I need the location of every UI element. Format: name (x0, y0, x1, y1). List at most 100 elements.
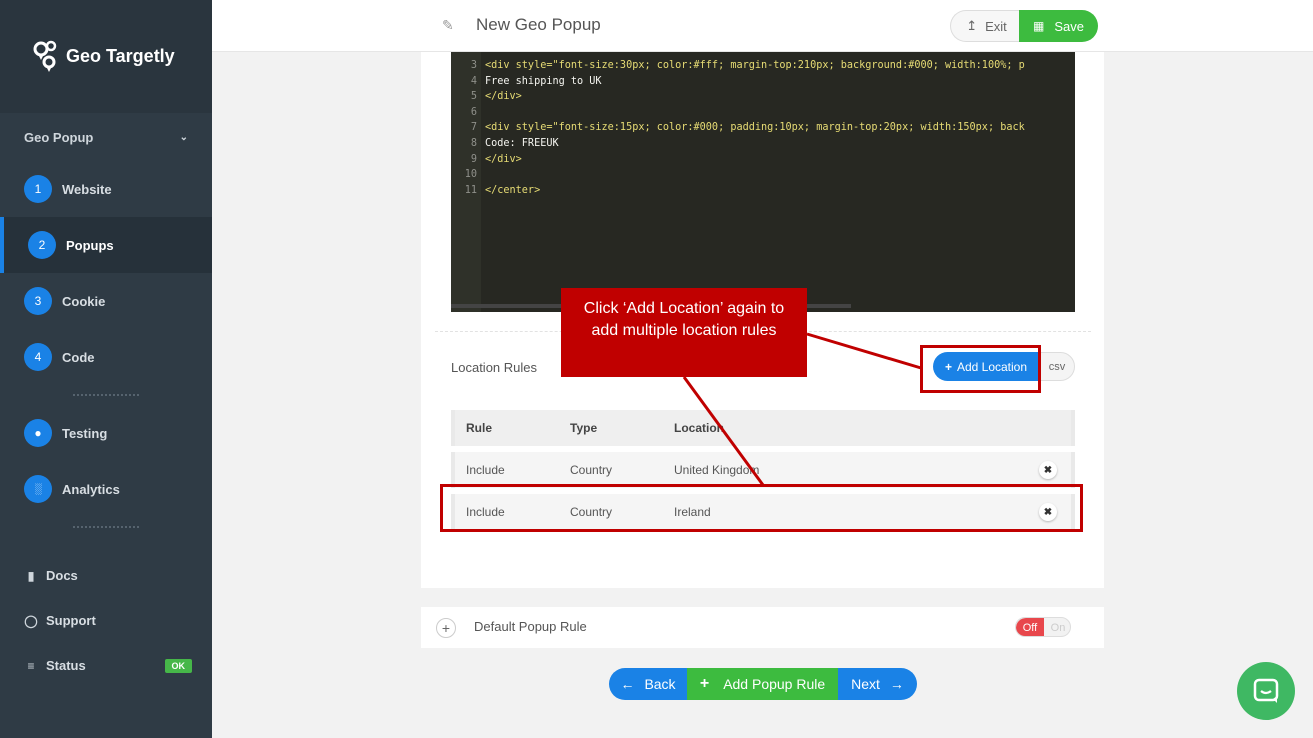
table-row: Include Country United Kingdom ✖ (451, 452, 1075, 488)
default-rule-toggle[interactable]: Off On (1015, 617, 1071, 637)
exit-label: Exit (985, 18, 1007, 34)
globe-icon: ● (24, 419, 52, 447)
plus-icon: + (699, 675, 710, 692)
exit-button[interactable]: ↥ Exit (950, 10, 1022, 42)
nav-label: Support (46, 613, 96, 628)
back-button[interactable]: ← Back (609, 668, 687, 700)
line-number: 8 (470, 138, 477, 149)
nav-step-label: Code (62, 349, 95, 365)
nav-docs[interactable]: ▮ Docs (0, 553, 212, 598)
line-number: 10 (464, 169, 477, 181)
add-popup-rule-label: Add Popup Rule (723, 676, 826, 692)
nav-step-label: Popups (66, 237, 114, 253)
floppy-disk-icon: ▦ (1033, 19, 1045, 33)
page-title[interactable]: New Geo Popup (476, 15, 601, 35)
default-popup-rule-label: Default Popup Rule (474, 619, 587, 634)
edit-icon[interactable]: ✎ (442, 17, 454, 34)
code-line: 4 Free shipping to UK (451, 74, 1075, 90)
chat-icon: ◯ (24, 613, 38, 628)
chat-widget-button[interactable] (1237, 662, 1295, 720)
brand-name: Geo Targetly (66, 46, 175, 66)
nav-label: Docs (46, 568, 78, 583)
cell-location: United Kingdom (674, 463, 760, 477)
new-row-highlight (440, 484, 1083, 532)
line-number: 6 (470, 106, 477, 118)
step-number: 2 (28, 231, 56, 259)
step-number: 3 (24, 287, 52, 315)
database-icon: ≡ (27, 658, 35, 673)
csv-label: csv (1048, 360, 1066, 373)
location-rules-label: Location Rules (451, 360, 537, 375)
code-text: Code: FREEUK (485, 138, 559, 149)
nav-label: Analytics (62, 481, 120, 497)
toggle-off-label: Off (1016, 618, 1044, 636)
nav-label: Status (46, 658, 86, 673)
step-number: 1 (24, 175, 52, 203)
step-number: 4 (24, 343, 52, 371)
chevron-down-icon: ⌄ (179, 131, 188, 143)
next-button[interactable]: Next → (838, 668, 917, 700)
column-header-rule: Rule (466, 421, 493, 435)
save-label: Save (1054, 18, 1084, 34)
divider (0, 517, 212, 537)
nav-analytics[interactable]: ░ Analytics (0, 461, 212, 517)
add-location-highlight (920, 345, 1041, 393)
column-header-location: Location (674, 421, 724, 435)
nav-step-popups[interactable]: 2 Popups (0, 217, 212, 273)
book-icon: ▮ (27, 568, 35, 583)
code-text: </div> (485, 153, 522, 165)
nav-label: Testing (62, 425, 108, 441)
code-line: 6 (451, 105, 1075, 121)
code-line: 5 </div> (451, 89, 1075, 105)
callout-line-2: add multiple location rules (591, 322, 777, 339)
divider (0, 385, 212, 405)
nav-step-website[interactable]: 1 Website (0, 161, 212, 217)
html-code-editor[interactable]: 3 <div style="font-size:30px; color:#fff;… (451, 52, 1075, 312)
nav-step-label: Cookie (62, 293, 106, 309)
next-label: Next (851, 676, 880, 692)
chat-bubble-icon (1253, 678, 1279, 703)
cell-type: Country (570, 463, 613, 477)
code-text: Free shipping to UK (485, 75, 602, 87)
code-line: 11 </center> (451, 183, 1075, 199)
cell-rule: Include (466, 463, 505, 477)
code-line: 8 Code: FREEUK (451, 136, 1075, 152)
line-number: 5 (470, 91, 477, 103)
code-text: <div style="font-size:15px; color:#000; … (485, 122, 1025, 134)
arrow-left-icon: ← (620, 676, 635, 692)
code-text: <div style="font-size:30px; color:#fff; … (485, 60, 1025, 71)
bar-chart-icon: ░ (24, 475, 52, 503)
exit-icon: ↥ (966, 18, 978, 33)
nav-step-label: Website (62, 181, 112, 197)
back-label: Back (644, 676, 676, 692)
nav-section-geo-popup[interactable]: Geo Popup ⌄ (0, 113, 212, 161)
line-number: 4 (470, 75, 477, 87)
line-number: 3 (470, 60, 477, 71)
add-popup-rule-button[interactable]: + Add Popup Rule (687, 668, 838, 700)
annotation-callout: Click ‘Add Location’ again to add multip… (561, 288, 807, 377)
save-button[interactable]: ▦ Save (1019, 10, 1098, 42)
line-number: 7 (470, 122, 477, 134)
location-pin-logo-icon (33, 40, 57, 72)
nav-status[interactable]: ≡ Status OK (0, 643, 212, 688)
brand-logo[interactable]: Geo Targetly (0, 0, 212, 113)
status-badge: OK (164, 658, 192, 673)
code-text: </div> (485, 91, 522, 103)
code-line: 3 <div style="font-size:30px; color:#fff;… (451, 58, 1075, 74)
code-line: 9 </div> (451, 152, 1075, 168)
line-number: 11 (464, 184, 477, 196)
code-text: </center> (485, 184, 541, 196)
expand-plus-icon[interactable]: + (436, 618, 456, 638)
default-popup-rule-bar: + Default Popup Rule Off On (421, 607, 1104, 648)
csv-button[interactable]: csv (1039, 352, 1075, 381)
callout-line-1: Click ‘Add Location’ again to (583, 300, 785, 317)
nav-step-cookie[interactable]: 3 Cookie (0, 273, 212, 329)
nav-step-code[interactable]: 4 Code (0, 329, 212, 385)
nav-testing[interactable]: ● Testing (0, 405, 212, 461)
sidebar: Geo Targetly Geo Popup ⌄ 1 Website 2 Pop… (0, 0, 212, 738)
code-line: 7 <div style="font-size:15px; color:#000;… (451, 120, 1075, 136)
nav-support[interactable]: ◯ Support (0, 598, 212, 643)
arrow-right-icon: → (889, 676, 904, 692)
remove-row-close-icon[interactable]: ✖ (1039, 461, 1057, 479)
nav-section-label: Geo Popup (24, 129, 94, 145)
